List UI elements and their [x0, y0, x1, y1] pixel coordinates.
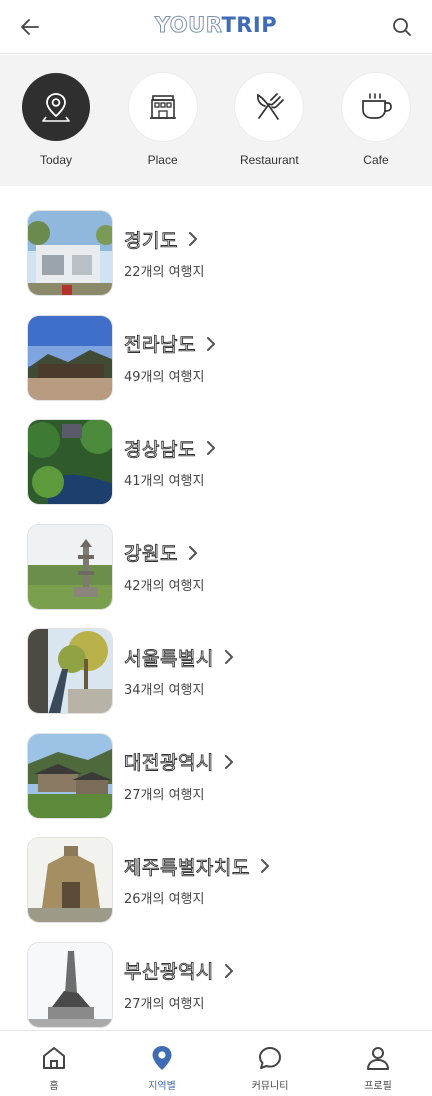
category-bar: Today Place Restaurant Cafe [0, 55, 432, 186]
region-name: 서울특별시 [124, 647, 214, 670]
region-count: 26개의 여행지 [124, 892, 205, 907]
nav-label: 프로필 [364, 1081, 392, 1092]
chevron-right-icon [224, 754, 234, 769]
region-info: 대전광역시 27개의 여행지 [124, 733, 234, 803]
category-restaurant[interactable]: Restaurant [234, 73, 304, 186]
category-place[interactable]: Place [128, 73, 198, 186]
region-info: 경상남도 41개의 여행지 [124, 419, 216, 489]
region-info: 전라남도 49개의 여행지 [124, 315, 216, 385]
category-cafe-circle [341, 73, 410, 141]
nav-region[interactable]: 지역별 [108, 1031, 216, 1096]
category-today[interactable]: Today [21, 73, 91, 186]
nav-home[interactable]: 홈 [0, 1031, 108, 1096]
chevron-right-icon [188, 545, 198, 560]
region-count: 49개의 여행지 [124, 369, 205, 385]
region-info: 서울특별시 34개의 여행지 [124, 628, 234, 698]
region-thumbnail [27, 732, 113, 819]
nav-label: 커뮤니티 [251, 1081, 289, 1092]
category-restaurant-circle [235, 73, 304, 141]
region-info: 경기도 22개의 여행지 [124, 210, 205, 280]
category-cafe[interactable]: Cafe [341, 73, 411, 186]
region-count: 22개의 여행지 [124, 265, 205, 280]
home-icon [43, 1047, 65, 1069]
chevron-right-icon [224, 963, 234, 978]
category-place-circle [128, 73, 197, 141]
chevron-right-icon [188, 232, 198, 246]
region-info: 부산광역시 27개의 여행지 [124, 942, 234, 1012]
region-name: 전라남도 [124, 334, 196, 357]
region-thumbnail [27, 314, 113, 401]
fork-knife-icon [257, 93, 285, 120]
location-pin-icon [152, 1046, 172, 1070]
nav-profile[interactable]: 프로필 [324, 1031, 432, 1096]
search-button[interactable] [388, 13, 416, 41]
category-label: Today [39, 153, 73, 167]
search-icon [393, 18, 411, 36]
region-name: 경기도 [124, 229, 178, 252]
region-name: 제주특별자치도 [124, 856, 250, 879]
region-item-gyeongnam[interactable]: 경상남도 41개의 여행지 [0, 419, 432, 524]
location-pin-icon [42, 93, 70, 122]
bottom-nav: 홈 지역별 커뮤니티 프로필 [0, 1030, 432, 1096]
region-thumbnail [27, 941, 113, 1028]
region-item-gangwon[interactable]: 강원도 42개의 여행지 [0, 523, 432, 629]
logo-part-your: YOUR [154, 13, 222, 38]
chat-bubble-icon [259, 1047, 281, 1069]
region-thumbnail [27, 419, 113, 505]
region-thumbnail [27, 210, 113, 296]
nav-label: 홈 [49, 1081, 59, 1092]
category-label: Place [147, 153, 178, 167]
region-thumbnail [27, 523, 113, 610]
category-today-circle [22, 73, 90, 141]
category-label: Restaurant [239, 153, 299, 167]
region-thumbnail [27, 837, 113, 923]
region-name: 부산광역시 [124, 961, 214, 984]
region-info: 강원도 42개의 여행지 [124, 524, 205, 594]
region-thumbnail [27, 628, 113, 714]
nav-community[interactable]: 커뮤니티 [216, 1031, 324, 1096]
region-name: 강원도 [124, 543, 178, 566]
chevron-right-icon [206, 441, 216, 455]
building-icon [149, 95, 176, 119]
region-item-daejeon[interactable]: 대전광역시 27개의 여행지 [0, 732, 432, 838]
category-label: Cafe [363, 153, 389, 167]
app-logo[interactable]: YOURTRIP [0, 13, 432, 38]
region-count: 41개의 여행지 [124, 474, 205, 489]
app-header: YOURTRIP [0, 0, 432, 54]
region-count: 27개의 여행지 [124, 787, 205, 803]
region-count: 27개의 여행지 [124, 996, 205, 1012]
region-item-jeollanam[interactable]: 전라남도 49개의 여행지 [0, 314, 432, 420]
chevron-right-icon [224, 650, 234, 664]
region-item-seoul[interactable]: 서울특별시 34개의 여행지 [0, 628, 432, 733]
coffee-cup-icon [362, 93, 392, 119]
nav-label: 지역별 [148, 1081, 176, 1092]
region-info: 제주특별자치도 26개의 여행지 [124, 837, 270, 907]
region-list: 경기도 22개의 여행지 전라남도 49개의 여행지 경상남도 41개의 여행지… [0, 210, 432, 1046]
region-name: 대전광역시 [124, 752, 214, 775]
region-item-jeju[interactable]: 제주특별자치도 26개의 여행지 [0, 837, 432, 942]
chevron-right-icon [260, 859, 270, 873]
region-name: 경상남도 [124, 438, 196, 461]
chevron-right-icon [206, 336, 216, 351]
logo-part-trip: TRIP [221, 13, 278, 37]
region-count: 42개의 여행지 [124, 578, 205, 594]
user-icon [367, 1047, 389, 1070]
region-count: 34개의 여행지 [124, 683, 205, 698]
region-item-gyeonggi[interactable]: 경기도 22개의 여행지 [0, 210, 432, 315]
